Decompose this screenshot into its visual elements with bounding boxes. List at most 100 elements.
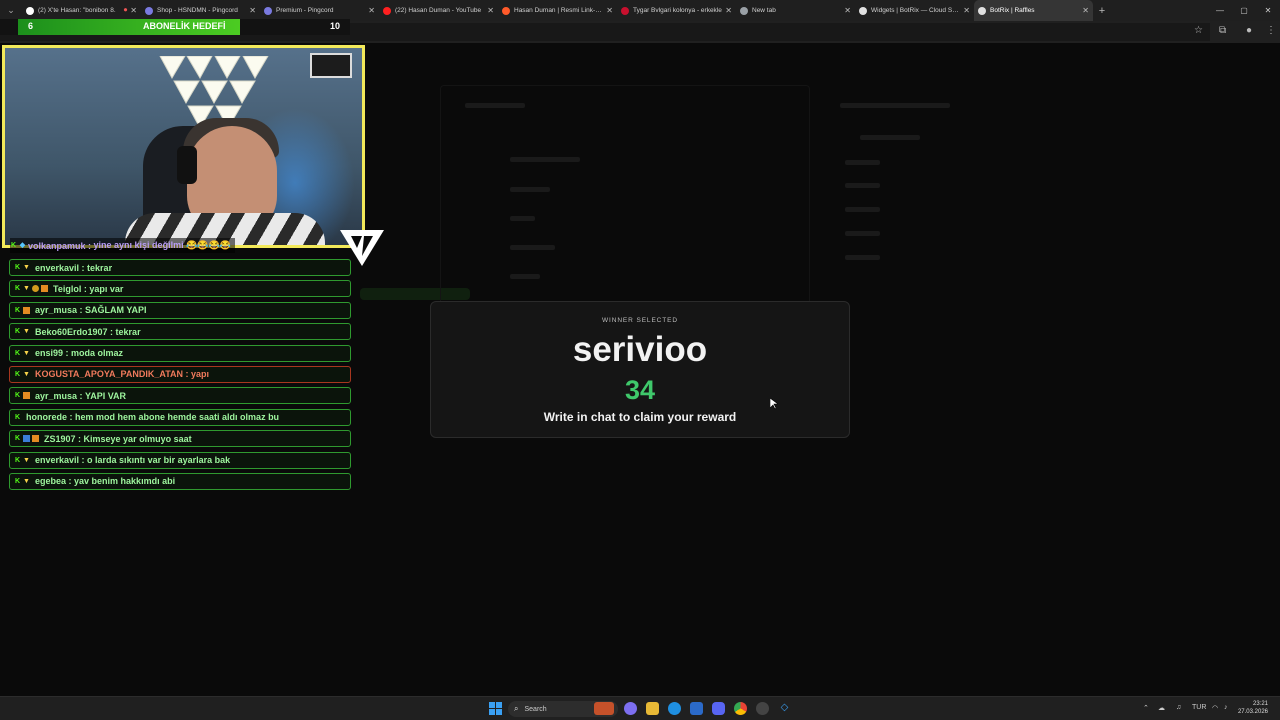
- kick-badge-icon: K: [14, 435, 21, 443]
- extensions-icon[interactable]: ⧉: [1219, 25, 1226, 36]
- tab-favicon-icon: [383, 6, 391, 15]
- tab-favicon-icon: [26, 6, 34, 15]
- volume-icon[interactable]: ♪: [1224, 704, 1228, 711]
- verified-badge-icon: ▼: [23, 264, 30, 271]
- chat-text: Kimseye yar olmuyo saat: [83, 433, 192, 444]
- winner-name: serivioo: [572, 330, 708, 369]
- chat-text: tekrar: [87, 262, 113, 273]
- taskbar-clock[interactable]: 23:21 27.03.2026: [1238, 700, 1268, 716]
- window-controls: — ▢ ✕: [1208, 0, 1280, 21]
- tab-close-button[interactable]: ✕: [725, 6, 732, 15]
- goal-current-value: 6: [28, 21, 34, 31]
- clock-date: 27.03.2026: [1237, 709, 1268, 715]
- chat-username: ayr_musa: [35, 305, 78, 316]
- tab-close-button[interactable]: ✕: [963, 6, 970, 15]
- browser-tab[interactable]: Shop - HSNDMN - Pingcord ✕: [141, 0, 260, 21]
- browser-tab[interactable]: Premium - Pingcord ✕: [260, 0, 379, 21]
- chat-badges: K: [14, 306, 32, 314]
- chat-badges: K: [14, 392, 32, 400]
- browser-tab[interactable]: (22) Hasan Duman - YouTube ✕: [379, 0, 498, 21]
- tab-close-button[interactable]: ✕: [487, 6, 494, 15]
- search-placeholder: Search: [524, 705, 547, 713]
- profile-icon[interactable]: ●: [1246, 25, 1252, 36]
- tab-close-button[interactable]: ✕: [368, 6, 375, 15]
- start-button[interactable]: [489, 702, 502, 715]
- search-highlight-icon[interactable]: [594, 702, 614, 715]
- chat-message: K ▼ KOGUSTA_APOYA_PANDIK_ATAN : yapı: [9, 365, 351, 383]
- chat-text: yapı: [191, 369, 210, 380]
- chat-text: yine aynı kişi değilmi 😂😂😂😂: [93, 240, 231, 250]
- discord-icon[interactable]: [712, 702, 725, 715]
- bookmark-star-icon[interactable]: ☆: [1194, 25, 1203, 36]
- chat-username: KOGUSTA_APOYA_PANDIK_ATAN: [35, 369, 184, 380]
- file-explorer-icon[interactable]: [646, 702, 659, 715]
- chat-username: Beko60Erdo1907: [35, 326, 108, 337]
- kick-badge-icon: K: [14, 306, 21, 314]
- headphones-image: [177, 146, 197, 184]
- clock-time: 23:21: [1252, 701, 1268, 707]
- diamond-badge-icon: ◆: [19, 242, 26, 249]
- tab-close-button[interactable]: ✕: [130, 6, 137, 15]
- tray-cloud-icon[interactable]: ☁: [1158, 704, 1165, 712]
- chat-message: Kayr_musa : YAPI VAR: [9, 387, 351, 405]
- chat-separator: :: [75, 433, 84, 444]
- kick-badge-icon: K: [14, 392, 21, 400]
- chat-text: yav benim hakkımdı abi: [74, 476, 176, 487]
- chat-text: o larda sıkıntı var bir ayarlara bak: [87, 455, 231, 466]
- chat-message-overlay: K ◆ volkanpamuk : yine aynı kişi değilmi…: [10, 238, 235, 253]
- browser-tab[interactable]: BotRix | Raffles ✕: [974, 0, 1093, 21]
- chat-username: Teiglol: [53, 283, 82, 294]
- crown-badge-icon: [41, 285, 48, 293]
- copilot-icon[interactable]: [624, 702, 637, 715]
- browser-tab[interactable]: (2) X'te Hasan: "bonibon 8. ⏺ ✕: [22, 0, 141, 21]
- tray-mic-icon[interactable]: ♫: [1176, 704, 1181, 711]
- edge-icon[interactable]: [668, 702, 681, 715]
- tab-close-button[interactable]: ✕: [606, 6, 613, 15]
- browser-tab[interactable]: Tygar Bvlgari kolonya - erkekle ✕: [617, 0, 736, 21]
- menu-icon[interactable]: ⋮: [1266, 25, 1276, 36]
- tab-close-button[interactable]: ✕: [249, 6, 256, 15]
- maximize-button[interactable]: ▢: [1232, 0, 1256, 21]
- tray-chevron-icon[interactable]: ⌃: [1143, 704, 1149, 712]
- chat-username: honorede: [26, 412, 68, 423]
- wifi-icon[interactable]: ◠: [1212, 704, 1218, 712]
- winner-number: 34: [624, 375, 656, 405]
- tab-search-chevron-icon[interactable]: ⌄: [0, 0, 22, 21]
- tab-close-button[interactable]: ✕: [844, 6, 851, 15]
- chat-separator: :: [79, 455, 88, 466]
- chat-message: K ▼ enverkavil : tekrar: [9, 259, 351, 276]
- chat-message: K ▼ ensi99 : moda olmaz: [9, 344, 351, 362]
- browser-tab[interactable]: Widgets | BotRix — Cloud Strea ✕: [855, 0, 974, 21]
- tab-favicon-icon: [740, 6, 748, 15]
- chat-text: yapı var: [89, 283, 124, 294]
- winner-hint: Write in chat to claim your reward: [543, 410, 737, 424]
- winner-label: WINNER SELECTED: [602, 317, 678, 324]
- crown-badge-icon: [23, 306, 30, 314]
- new-tab-button[interactable]: +: [1093, 5, 1111, 17]
- tab-title: New tab: [752, 7, 776, 14]
- app-pin-icon[interactable]: ◇: [778, 702, 791, 715]
- chat-username: ayr_musa: [35, 390, 78, 401]
- chat-badges: K ▼: [14, 457, 32, 464]
- chat-separator: :: [183, 369, 192, 380]
- crown-badge-icon: [23, 392, 30, 400]
- minimize-button[interactable]: —: [1208, 0, 1232, 21]
- obs-icon[interactable]: [756, 702, 769, 715]
- tab-close-button[interactable]: ✕: [1082, 6, 1089, 15]
- tray-language[interactable]: TUR: [1192, 704, 1206, 711]
- chat-message: Khonorede : hem mod hem abone hemde saat…: [9, 408, 351, 426]
- chat-username: ensi99: [35, 348, 64, 359]
- chat-separator: :: [77, 390, 86, 401]
- store-icon[interactable]: [690, 702, 703, 715]
- chrome-icon[interactable]: [734, 702, 747, 715]
- tab-title: (2) X'te Hasan: "bonibon 8.: [38, 7, 116, 14]
- verified-badge-icon: ▼: [23, 285, 30, 293]
- goal-target-value: 10: [330, 21, 341, 31]
- browser-tab[interactable]: New tab ✕: [736, 0, 855, 21]
- tab-recording-indicator: ⏺: [123, 6, 128, 14]
- chat-username: egebea: [35, 476, 67, 487]
- kick-badge-icon: K: [14, 456, 21, 464]
- chat-text: hem mod hem abone hemde saati aldı olmaz…: [75, 412, 280, 423]
- browser-tab[interactable]: Hasan Duman | Resmi Link-In-B ✕: [498, 0, 617, 21]
- close-window-button[interactable]: ✕: [1256, 0, 1280, 21]
